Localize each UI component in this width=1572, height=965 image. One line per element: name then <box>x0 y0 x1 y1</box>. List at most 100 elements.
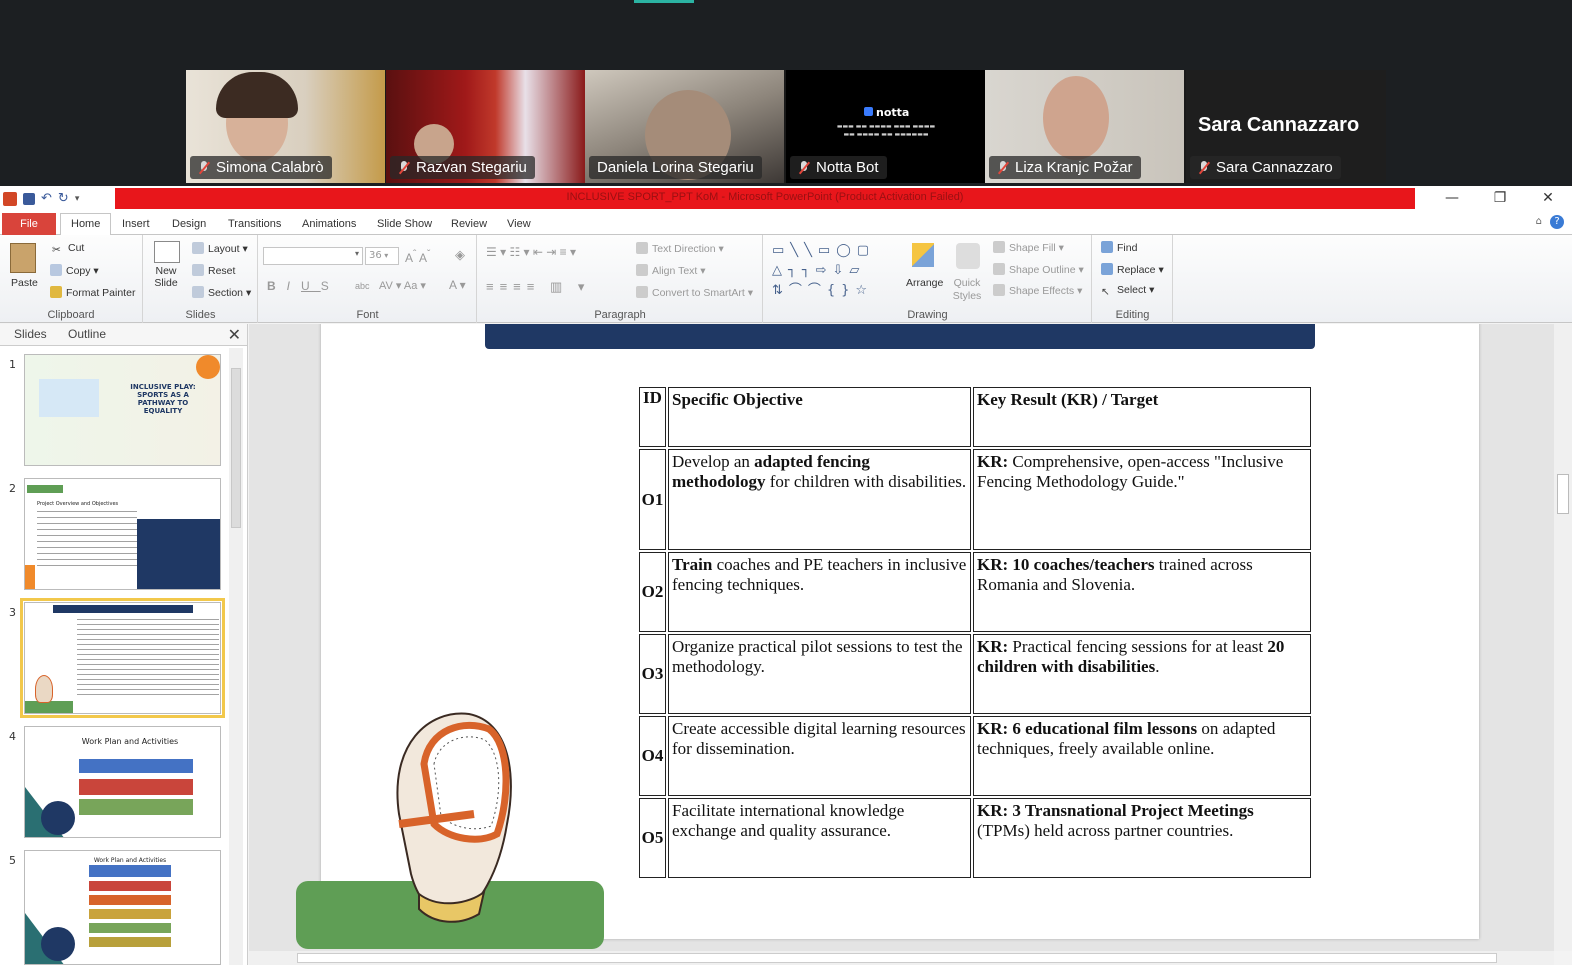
slide-number: 3 <box>9 606 16 619</box>
inclusive-sport-logo <box>39 379 99 417</box>
alignment-icons[interactable]: ≡≡≡≡ ▥ ▾ <box>486 279 590 295</box>
shapes-gallery[interactable]: ▭╲╲▭◯▢ △┐┐⇨⇩▱ ⇅⌒⌒{}☆ <box>772 241 900 298</box>
smartart-icon <box>636 286 648 298</box>
convert-smartart-button[interactable]: Convert to SmartArt ▾ <box>636 286 753 299</box>
text-run: Develop an <box>672 452 755 471</box>
participant-name-label: Razvan Stegariu <box>390 156 535 179</box>
quick-styles-icon[interactable] <box>956 243 980 269</box>
editor-horizontal-scrollbar[interactable] <box>249 951 1554 965</box>
group-editing: Find Replace ▾ ↖ Select ▾ Editing <box>1093 235 1173 323</box>
quick-styles-button[interactable]: Quick Styles <box>950 277 984 303</box>
section-button[interactable]: Section ▾ <box>192 286 251 299</box>
copy-button[interactable]: Copy ▾ <box>50 264 99 277</box>
font-size-box[interactable]: 36 ▾ <box>365 247 399 265</box>
new-slide-icon[interactable] <box>154 241 180 263</box>
strike-icon[interactable]: abc <box>355 281 370 291</box>
powerpoint-icon[interactable] <box>3 191 17 206</box>
text-run: KR: 3 Transnational Project Meetings <box>977 801 1254 820</box>
slide-editor: ID Specific Objective Key Result (KR) / … <box>249 324 1554 951</box>
participant-tile-active-speaker[interactable]: Daniela Lorina Stegariu <box>585 70 784 183</box>
slide-thumbnail[interactable]: Work Plan and Activities <box>24 726 221 838</box>
participant-tile[interactable]: Razvan Stegariu <box>386 70 585 183</box>
layout-button[interactable]: Layout ▾ <box>192 242 248 255</box>
thumb-table <box>77 619 219 699</box>
slide-thumbnail-selected[interactable] <box>20 598 225 718</box>
activity-box <box>89 923 171 933</box>
paste-button[interactable]: Paste <box>11 277 38 289</box>
tab-outline[interactable]: Outline <box>68 327 106 341</box>
slide-thumbnail[interactable]: Project Overview and Objectives <box>24 478 221 590</box>
spacing-icon[interactable]: AV ▾ Aa ▾ <box>379 279 426 292</box>
scroll-thumb[interactable] <box>1557 474 1569 514</box>
find-button[interactable]: Find <box>1101 241 1137 254</box>
format-painter-button[interactable]: Format Painter <box>50 286 135 299</box>
undo-icon[interactable]: ↶ <box>41 191 52 206</box>
paste-icon[interactable] <box>10 243 36 273</box>
tab-file[interactable]: File <box>2 213 56 235</box>
tab-insert[interactable]: Insert <box>112 215 160 233</box>
table-row: O2 Train coaches and PE teachers in inclu… <box>639 552 1311 632</box>
restore-button[interactable]: ❐ <box>1476 186 1524 211</box>
editor-vertical-scrollbar[interactable] <box>1554 324 1572 951</box>
close-button[interactable]: ✕ <box>1524 186 1572 211</box>
tab-slide-show[interactable]: Slide Show <box>367 215 442 233</box>
align-text-button[interactable]: Align Text ▾ <box>636 264 706 277</box>
arrange-button[interactable]: Arrange <box>906 277 943 289</box>
activity-box <box>89 881 171 891</box>
font-color-icon[interactable]: A ▾ <box>449 278 466 292</box>
scroll-thumb[interactable] <box>231 368 241 528</box>
select-button[interactable]: ↖ Select ▾ <box>1101 284 1154 298</box>
replace-button[interactable]: Replace ▾ <box>1101 263 1164 276</box>
title-bar: ↶ ↻ ▾ INCLUSIVE SPORT_PPT KoM - Microsof… <box>0 186 1572 211</box>
cell-objective: Organize practical pilot sessions to tes… <box>668 634 971 714</box>
tab-slides[interactable]: Slides <box>14 327 47 341</box>
save-icon[interactable] <box>23 192 35 205</box>
customize-qat-icon[interactable]: ▾ <box>75 194 80 204</box>
reset-button[interactable]: Reset <box>192 264 235 277</box>
clear-format-icon[interactable]: ◈ <box>455 247 465 263</box>
tab-review[interactable]: Review <box>441 215 497 233</box>
tab-home[interactable]: Home <box>60 213 112 236</box>
shape-fill-button[interactable]: Shape Fill ▾ <box>993 241 1064 254</box>
minimize-ribbon-icon[interactable]: ⌂ <box>1536 216 1542 227</box>
objectives-table[interactable]: ID Specific Objective Key Result (KR) / … <box>637 385 1313 880</box>
bullets-icon[interactable]: ☰ ▾ ☷ ▾ ⇤ ⇥ ≡ ▾ <box>486 245 576 259</box>
participant-tile[interactable]: Simona Calabrò <box>186 70 385 183</box>
slides-scrollbar[interactable] <box>229 348 243 965</box>
cell-id: O3 <box>639 634 666 714</box>
tab-transitions[interactable]: Transitions <box>218 215 291 233</box>
current-slide[interactable]: ID Specific Objective Key Result (KR) / … <box>296 324 1479 949</box>
tab-design[interactable]: Design <box>162 215 216 233</box>
cell-objective: Facilitate international knowledge excha… <box>668 798 971 878</box>
scroll-thumb[interactable] <box>297 953 1497 963</box>
tab-view[interactable]: View <box>497 215 541 233</box>
cut-button[interactable]: ✂ Cut <box>52 242 84 256</box>
header-kr: Key Result (KR) / Target <box>973 387 1311 447</box>
quick-access-toolbar: ↶ ↻ ▾ <box>0 186 79 211</box>
text-direction-button[interactable]: Text Direction ▾ <box>636 242 724 255</box>
arrange-icon[interactable] <box>912 243 934 267</box>
cell-id: O1 <box>639 449 666 550</box>
participant-tile[interactable]: Sara Cannazzaro Sara Cannazzaro <box>1186 70 1386 183</box>
shape-effects-button[interactable]: Shape Effects ▾ <box>993 284 1082 297</box>
slide-thumbnail[interactable]: INCLUSIVE PLAY: SPORTS AS A PATHWAY TO E… <box>24 354 221 466</box>
tab-animations[interactable]: Animations <box>292 215 366 233</box>
font-style-buttons[interactable]: BIUS <box>267 279 340 293</box>
thumb-title: Work Plan and Activities <box>93 857 167 864</box>
participant-tile[interactable]: notta ▬▬▬ ▬▬ ▬▬▬▬ ▬▬▬ ▬▬▬▬ ▬▬ ▬▬▬▬ ▬▬ ▬▬▬… <box>786 70 985 183</box>
activation-failed-bar: INCLUSIVE SPORT_PPT KoM - Microsoft Powe… <box>115 188 1415 209</box>
minimize-button[interactable]: — <box>1428 186 1476 211</box>
text-run: for children with disabilities. <box>765 472 967 491</box>
slide-number: 2 <box>9 482 16 495</box>
new-slide-button[interactable]: New Slide <box>152 265 180 289</box>
participant-name-label: Sara Cannazzaro <box>1190 156 1341 179</box>
redo-icon[interactable]: ↻ <box>58 191 69 206</box>
shape-outline-button[interactable]: Shape Outline ▾ <box>993 263 1084 276</box>
slide-thumbnail[interactable]: Work Plan and Activities <box>24 850 221 965</box>
help-icon[interactable]: ? <box>1550 215 1564 229</box>
participant-tile[interactable]: Liza Kranjc Požar <box>985 70 1184 183</box>
close-pane-icon[interactable]: ✕ <box>228 325 241 344</box>
font-name-box[interactable]: ▾ <box>263 247 363 265</box>
fencer-badge <box>41 927 75 961</box>
grow-font-icon[interactable]: Aˆ Aˇ <box>405 249 430 265</box>
